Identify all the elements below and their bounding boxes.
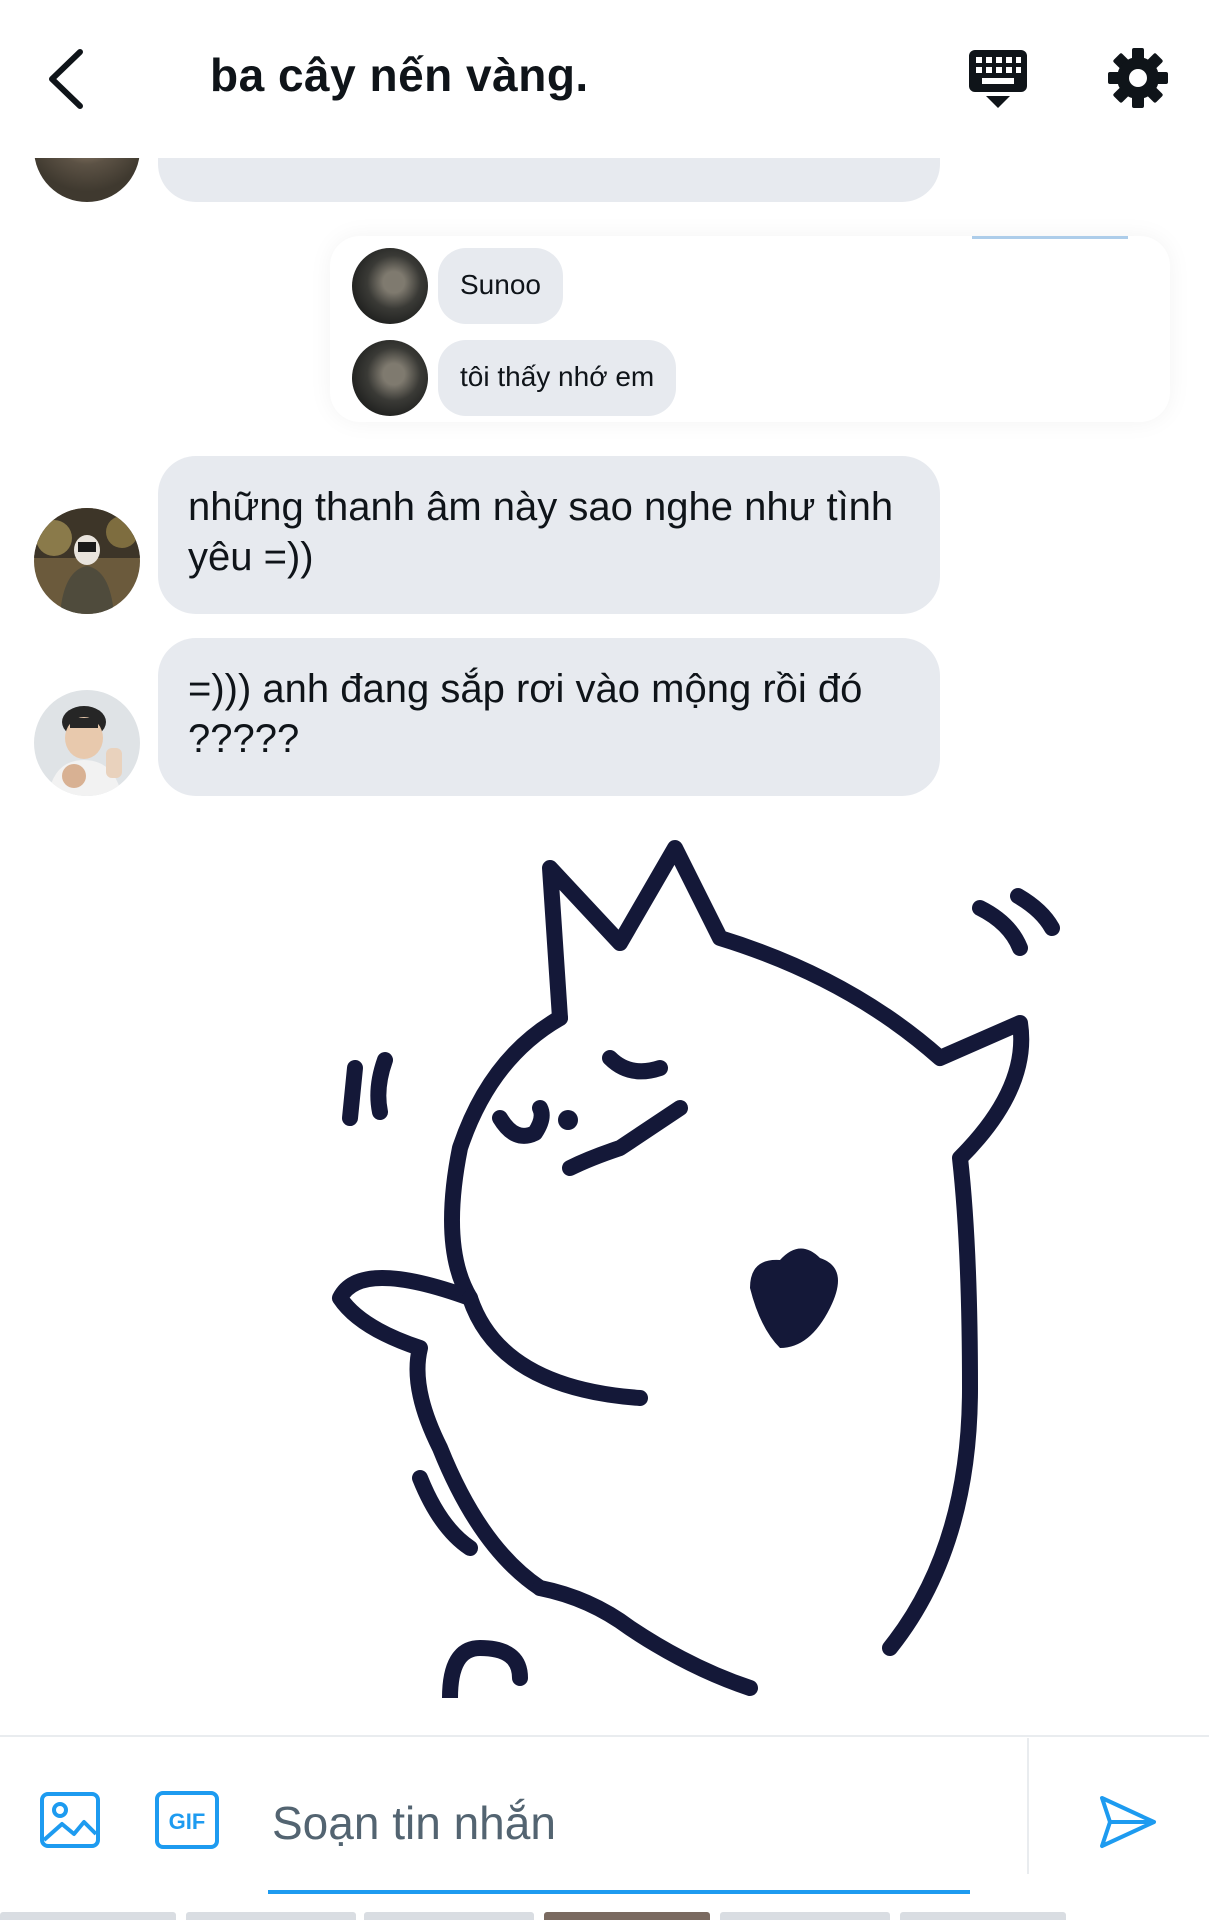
compose-input-underline — [268, 1890, 970, 1894]
avatar[interactable] — [34, 690, 140, 796]
message-compose-input[interactable] — [270, 1790, 974, 1856]
conversation-title: ba cây nến vàng. — [210, 49, 589, 101]
avatar[interactable] — [34, 508, 140, 614]
attach-image-button[interactable] — [38, 1788, 102, 1852]
top-bar: ba cây nến vàng. — [0, 0, 1209, 158]
quoted-avatar — [352, 248, 428, 324]
gif-label: GIF — [169, 1809, 206, 1834]
gear-icon — [1108, 48, 1168, 108]
back-button[interactable] — [38, 42, 98, 112]
cat-sticker-image — [330, 828, 1130, 1706]
composer-vertical-divider — [1027, 1738, 1029, 1874]
quoted-text-bubble: tôi thấy nhớ em — [438, 340, 677, 416]
gif-icon: GIF — [155, 1791, 219, 1849]
attach-gif-button[interactable]: GIF — [154, 1790, 220, 1850]
quote-accent-line — [972, 236, 1128, 239]
composer-divider — [0, 1735, 1209, 1737]
keyboard-icon — [969, 50, 1027, 108]
message-bubble: những thanh âm này sao nghe như tình yêu… — [158, 456, 940, 614]
message-text: những thanh âm này sao nghe như tình yêu… — [188, 485, 894, 579]
image-icon — [40, 1792, 100, 1848]
avatar-photo — [34, 508, 140, 614]
message-bubble: =))) anh đang sắp rơi vào mộng rồi đó ??… — [158, 638, 940, 796]
quoted-name-bubble: Sunoo — [438, 248, 563, 324]
avatar-photo — [34, 690, 140, 796]
back-arrow-icon — [49, 49, 83, 109]
settings-button[interactable] — [1106, 46, 1170, 110]
send-icon — [1100, 1796, 1156, 1848]
quoted-avatar — [352, 340, 428, 416]
message-text: =))) anh đang sắp rơi vào mộng rồi đó ??… — [188, 667, 863, 761]
keyboard-toggle-button[interactable] — [966, 46, 1030, 110]
send-button[interactable] — [1096, 1790, 1160, 1854]
cat-sticker[interactable] — [330, 828, 1130, 1706]
keyboard-thumbnail-strip — [0, 1912, 1209, 1920]
